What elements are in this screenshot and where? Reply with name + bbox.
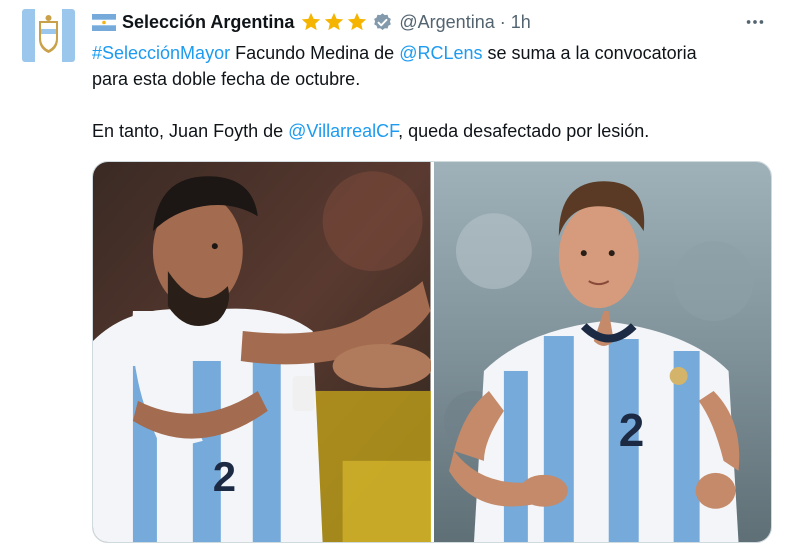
star-icon [346, 11, 368, 33]
tweet-text: #SelecciónMayor Facundo Medina de @RCLen… [92, 40, 772, 144]
jersey-number: 2 [213, 453, 236, 500]
photo-juan-foyth[interactable]: 2 [433, 162, 771, 542]
tweet-text-line-3: En tanto, Juan Foyth de @VillarrealCF, q… [92, 118, 772, 144]
separator-dot: · [499, 11, 506, 32]
text-segment: , queda desafectado por lesión. [398, 121, 650, 141]
star-icon [300, 11, 322, 33]
star-icon [323, 11, 345, 33]
more-options-icon[interactable] [742, 9, 768, 35]
argentina-flag-icon [92, 13, 116, 31]
verified-badge-icon[interactable] [372, 12, 393, 33]
display-name[interactable]: Selección Argentina [122, 12, 294, 33]
mention-link-villarrealcf[interactable]: @VillarrealCF [288, 121, 398, 141]
star-badges [300, 11, 368, 33]
mention-link-rclens[interactable]: @RCLens [399, 43, 482, 63]
tweet-media: 2 2 [92, 161, 772, 543]
tweet-text-line-2: para esta doble fecha de octubre. [92, 69, 361, 89]
text-segment: Facundo Medina de [230, 43, 400, 63]
text-segment: En tanto, Juan Foyth de [92, 121, 289, 141]
tweet-header: Selección Argentina @Argentina · 1h [92, 9, 768, 35]
tweet-text-line-1: #SelecciónMayor Facundo Medina de @RCLen… [92, 40, 772, 66]
photo-facundo-medina[interactable]: 2 [93, 162, 431, 542]
afa-crest-avatar [22, 9, 75, 62]
timestamp[interactable]: 1h [511, 12, 531, 33]
hashtag-link[interactable]: #SelecciónMayor [92, 43, 230, 63]
text-segment: se suma a la convocatoria [482, 43, 697, 63]
author-handle[interactable]: @Argentina [399, 12, 494, 33]
avatar[interactable] [22, 9, 75, 62]
jersey-number: 2 [618, 404, 644, 456]
